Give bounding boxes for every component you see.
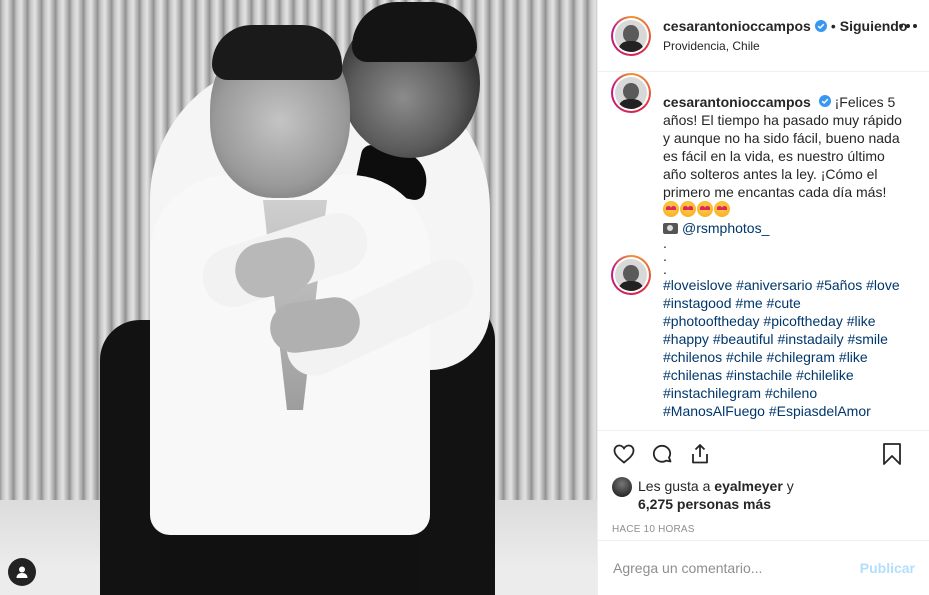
hashtag-link[interactable]: #chilenos <box>663 349 722 365</box>
author-avatar[interactable] <box>611 15 651 56</box>
post-timestamp[interactable]: HACE 10 HORAS <box>612 524 915 535</box>
hashtag-link[interactable]: #cute <box>767 295 801 311</box>
header-separator: • <box>830 18 836 34</box>
post-comment-button[interactable]: Publicar <box>860 560 915 576</box>
likes-summary: Les gusta a eyalmeyer y 6,275 personas m… <box>612 477 915 513</box>
hashtag-link[interactable]: #chile <box>726 349 763 365</box>
hashtag-line: #loveislove #aniversario #5años #love <box>663 276 910 294</box>
verified-badge-icon <box>814 20 827 32</box>
hashtag-line: #photooftheday #picoftheday #like <box>663 312 910 330</box>
heart-eyes-emoji-row <box>663 201 915 219</box>
bookmark-icon[interactable] <box>881 442 903 466</box>
hashtag-list: #loveislove #aniversario #5años #love #in… <box>663 276 910 420</box>
author-username[interactable]: cesarantonioccampos <box>663 18 811 34</box>
photo-credit-line: @rsmphotos_ <box>663 219 915 237</box>
likes-prefix: Les gusta a <box>638 478 711 494</box>
share-icon[interactable] <box>688 442 712 466</box>
heart-eyes-emoji-icon <box>697 201 713 217</box>
heart-eyes-emoji-icon <box>663 201 679 217</box>
hashtag-link[interactable]: #aniversario <box>736 277 812 293</box>
hashtag-link[interactable]: #beautiful <box>713 331 774 347</box>
hashtag-link[interactable]: #instagood <box>663 295 732 311</box>
more-options-icon[interactable] <box>899 24 917 28</box>
hashtag-link[interactable]: #chilenas <box>663 367 722 383</box>
caption-dot: . <box>663 235 667 251</box>
likes-count[interactable]: 6,275 personas más <box>638 496 771 512</box>
heart-eyes-emoji-icon <box>680 201 696 217</box>
comments-list[interactable]: cesarantonioccampos ¡Felices 5 años! El … <box>598 73 929 429</box>
post-side-panel: cesarantonioccampos • Siguiendo Providen… <box>597 0 929 595</box>
back-person-hair <box>352 2 477 62</box>
hashtag-link[interactable]: #instachile <box>726 367 792 383</box>
hashtag-line: #ManosAlFuego #EspiasdelAmor <box>663 402 910 420</box>
user-tag-button[interactable] <box>8 558 36 586</box>
following-button[interactable]: Siguiendo <box>840 18 908 34</box>
hashtag-link[interactable]: #instadaily <box>777 331 843 347</box>
post-location[interactable]: Providencia, Chile <box>663 39 907 53</box>
post-header: cesarantonioccampos • Siguiendo Providen… <box>598 0 929 72</box>
photo-credit-mention[interactable]: @rsmphotos_ <box>682 220 769 236</box>
hashtag-line: #instachilegram #chileno <box>663 384 910 402</box>
hashtag-line: #instagood #me #cute <box>663 294 910 312</box>
heart-eyes-emoji-icon <box>714 201 730 217</box>
hashtag-link[interactable]: #picoftheday <box>763 313 842 329</box>
camera-emoji-icon <box>663 222 678 234</box>
hashtag-link[interactable]: #love <box>866 277 899 293</box>
caption-dot: . <box>663 248 667 264</box>
hashtag-line: #happy #beautiful #instadaily #smile <box>663 330 910 348</box>
hashtag-link[interactable]: #me <box>735 295 762 311</box>
hashtag-line: #chilenos #chile #chilegram #like <box>663 348 910 366</box>
hashtag-link[interactable]: #5años <box>816 277 862 293</box>
hashtag-link[interactable]: #ManosAlFuego <box>663 403 765 419</box>
hashtag-link[interactable]: #instachilegram <box>663 385 761 401</box>
heart-icon[interactable] <box>612 442 636 466</box>
hashtag-link[interactable]: #chilegram <box>767 349 835 365</box>
hashtag-link[interactable]: #like <box>839 349 868 365</box>
comment-icon[interactable] <box>650 442 674 466</box>
caption-avatar[interactable] <box>611 73 651 113</box>
hashtag-link[interactable]: #chilelike <box>796 367 854 383</box>
hashtag-link[interactable]: #chileno <box>765 385 817 401</box>
hashtag-link[interactable]: #like <box>847 313 876 329</box>
post-photo[interactable] <box>0 0 597 595</box>
caption-dot: . <box>663 261 667 277</box>
user-tag-icon <box>16 566 28 578</box>
add-comment-bar: Publicar <box>598 540 929 595</box>
caption-username[interactable]: cesarantonioccampos <box>663 94 811 110</box>
liker-avatar[interactable] <box>612 477 632 497</box>
verified-badge-icon <box>818 95 831 107</box>
hashtag-link[interactable]: #loveislove <box>663 277 732 293</box>
hashtag-comment-avatar[interactable] <box>611 255 651 295</box>
hashtag-link[interactable]: #happy <box>663 331 709 347</box>
hashtag-line: #chilenas #instachile #chilelike <box>663 366 910 384</box>
liker-username[interactable]: eyalmeyer <box>714 478 783 494</box>
hashtag-link[interactable]: #EspiasdelAmor <box>769 403 871 419</box>
front-person-hair <box>212 25 342 80</box>
likes-suffix: y <box>786 478 794 494</box>
hashtag-link[interactable]: #smile <box>847 331 887 347</box>
post-caption: cesarantonioccampos ¡Felices 5 años! El … <box>663 93 910 201</box>
comment-input[interactable] <box>613 560 860 576</box>
post-actions: Les gusta a eyalmeyer y 6,275 personas m… <box>598 430 929 535</box>
hashtag-link[interactable]: #photooftheday <box>663 313 760 329</box>
